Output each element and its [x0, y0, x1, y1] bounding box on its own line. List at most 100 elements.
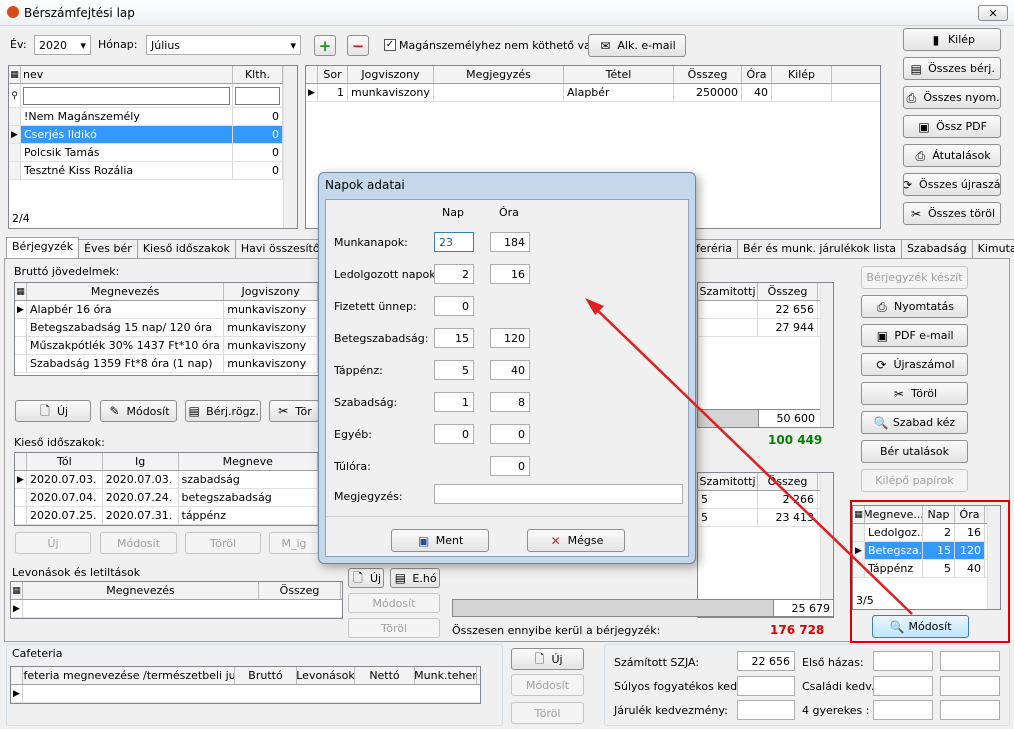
payslip-record-button[interactable]: ▤ Bérj.rögz.	[185, 400, 261, 422]
absence-mig-button[interactable]: M_ig	[269, 532, 319, 554]
tab-left-0[interactable]: Bérjegyzék	[6, 237, 80, 258]
cafeteria-col-0[interactable]: Cafeteria megnevezése /természetbeli jut…	[23, 667, 235, 684]
days-summary-scrollbar[interactable]	[987, 506, 1000, 609]
col-megnevezes[interactable]: Megneve...	[865, 506, 923, 523]
gross-amount-row[interactable]: 22 656	[698, 301, 833, 319]
right-button-2[interactable]: ⎙ Összes nyom.	[903, 86, 1001, 109]
right-button-6[interactable]: ✂ Összes töröl	[903, 202, 1001, 225]
first-married-field-2[interactable]	[940, 651, 1000, 671]
contract-col-4[interactable]: Összeg	[674, 66, 742, 83]
deductions-modify-button[interactable]: Módosít	[348, 593, 440, 613]
col-megnevezes[interactable]: Megnevezés	[23, 582, 259, 599]
employee-scrollbar[interactable]	[283, 66, 297, 228]
col-ig[interactable]: Ig	[103, 453, 179, 470]
cancel-button[interactable]: ✕ Mégse	[527, 529, 625, 552]
dialog-ora-field[interactable]: 120	[490, 328, 530, 348]
gross-row[interactable]: Műszakpótlék 30% 1437 Ft*10 óra munkavisz…	[15, 337, 318, 355]
days-summary-row[interactable]: Ledolgoz... 2 16	[853, 524, 1000, 542]
contract-row[interactable]: ▶ 1 munkaviszony Alapbér 250000 40	[306, 84, 880, 102]
employee-row[interactable]: Tesztné Kiss Rozália 0	[9, 162, 297, 180]
right-button-1[interactable]: ▤ Összes bérj.	[903, 57, 1001, 80]
absence-new-button[interactable]: Új	[15, 532, 91, 554]
gross-row[interactable]: Betegszabadság 15 nap/ 120 óra munkaviszo…	[15, 319, 318, 337]
gross-delete-button[interactable]: ✂ Tör	[269, 400, 319, 422]
cafeteria-new-button[interactable]: 🗋 Új	[511, 648, 584, 670]
action-button-0[interactable]: Bérjegyzék készít	[861, 266, 968, 289]
contract-col-1[interactable]: Jogviszony	[348, 66, 434, 83]
gross-new-button[interactable]: 🗋 Új	[15, 400, 91, 422]
dialog-ora-field[interactable]: 0	[490, 424, 530, 444]
remove-button[interactable]: −	[347, 35, 369, 56]
name-filter-input[interactable]	[23, 86, 230, 105]
dialog-nap-field[interactable]: 1	[434, 392, 474, 412]
col-tol[interactable]: Tól	[27, 453, 103, 470]
action-button-4[interactable]: ✂ Töröl	[861, 382, 968, 405]
tab-right-3[interactable]: Kimutatás	[971, 239, 1014, 258]
klth-filter-input[interactable]	[235, 86, 280, 105]
contract-col-2[interactable]: Megjegyzés	[434, 66, 564, 83]
col-megnevezes[interactable]: Megneve	[179, 453, 318, 470]
col-osszeg[interactable]: Összeg	[758, 283, 818, 300]
disabled-field[interactable]	[737, 676, 795, 696]
days-modify-button[interactable]: 🔍 Módosít	[872, 615, 969, 638]
dialog-nap-field[interactable]: 0	[434, 424, 474, 444]
absence-amount-row[interactable]: 5 23 413	[698, 509, 833, 527]
right-button-3[interactable]: ▣ Össz PDF	[903, 115, 1001, 138]
col-klth[interactable]: Klth.	[233, 66, 283, 83]
absence-amount-row[interactable]: 52 266	[698, 491, 833, 509]
action-button-1[interactable]: ⎙ Nyomtatás	[861, 295, 968, 318]
dialog-ora-field[interactable]: 0	[490, 456, 530, 476]
employee-row[interactable]: ▶ Cserjés Ildikó 0	[9, 126, 297, 144]
four-children-field-2[interactable]	[940, 700, 1000, 720]
tab-left-1[interactable]: Éves bér	[78, 239, 138, 258]
dialog-ora-field[interactable]: 8	[490, 392, 530, 412]
szja-field[interactable]: 22 656	[737, 651, 795, 671]
note-field[interactable]	[434, 484, 683, 504]
cafeteria-col-3[interactable]: Nettó	[355, 667, 415, 684]
cafeteria-delete-button[interactable]: Töröl	[511, 702, 584, 724]
col-nap[interactable]: Nap	[923, 506, 955, 523]
dialog-nap-field[interactable]: 2	[434, 264, 474, 284]
dialog-nap-field[interactable]: 5	[434, 360, 474, 380]
col-megnevezes[interactable]: Megnevezés	[27, 283, 225, 300]
add-button[interactable]: +	[314, 35, 336, 56]
right-button-5[interactable]: ⟳ Összes újraszá.	[903, 173, 1001, 196]
cafeteria-col-4[interactable]: Munk.teher	[415, 667, 477, 684]
absence-row[interactable]: ▶ 2020.07.03. 2020.07.03. szabadság	[15, 471, 318, 489]
family-field-1[interactable]	[873, 676, 933, 696]
col-osszeg[interactable]: Összeg	[758, 473, 818, 490]
action-button-2[interactable]: ▣ PDF e-mail	[861, 324, 968, 347]
tab-left-3[interactable]: Havi összesítő	[234, 239, 326, 258]
dialog-nap-field[interactable]: 15	[434, 328, 474, 348]
col-szamitott[interactable]: Szamitottj	[698, 473, 758, 490]
grid-settings-icon[interactable]: ▦	[9, 66, 21, 83]
year-select[interactable]: 2020 ▾	[34, 35, 91, 55]
deductions-delete-button[interactable]: Töröl	[348, 618, 440, 638]
cafeteria-col-1[interactable]: Bruttó	[235, 667, 297, 684]
days-summary-row[interactable]: ▶Betegsza...15120	[853, 542, 1000, 560]
gross-row[interactable]: ▶ Alapbér 16 óra munkaviszony	[15, 301, 318, 319]
contribution-field[interactable]	[737, 700, 795, 720]
four-children-field-1[interactable]	[873, 700, 933, 720]
gross-modify-button[interactable]: ✎ Módosít	[100, 400, 177, 422]
gross-scrollbar[interactable]	[820, 283, 833, 427]
tab-right-0[interactable]: feréria	[690, 239, 739, 258]
right-button-0[interactable]: ▮ Kilép	[903, 28, 1001, 51]
absence-row[interactable]: 2020.07.04. 2020.07.24. betegszabadság	[15, 489, 318, 507]
contract-col-3[interactable]: Tétel	[564, 66, 674, 83]
cafeteria-col-2[interactable]: Levonások	[297, 667, 355, 684]
gross-amount-row[interactable]: 27 944	[698, 319, 833, 337]
days-summary-row[interactable]: Táppénz 5 40	[853, 560, 1000, 578]
absence-scrollbar[interactable]	[820, 473, 833, 617]
tab-right-1[interactable]: Bér és munk. járulékok lista	[737, 239, 902, 258]
grid-settings-icon[interactable]: ▦	[15, 283, 27, 300]
grid-settings-icon[interactable]: ▦	[853, 506, 865, 523]
absence-delete-button[interactable]: Töröl	[185, 532, 261, 554]
deductions-eho-button[interactable]: ▤ E.hó	[390, 568, 440, 588]
right-button-4[interactable]: ⎙ Átutalások	[903, 144, 1001, 167]
gross-row[interactable]: Szabadság 1359 Ft*8 óra (1 nap) munkavisz…	[15, 355, 318, 373]
contract-col-6[interactable]: Kilép	[772, 66, 832, 83]
col-ora[interactable]: Óra	[955, 506, 985, 523]
deductions-new-button[interactable]: 🗋 Új	[348, 568, 384, 588]
month-select[interactable]: Július ▾	[146, 35, 301, 55]
